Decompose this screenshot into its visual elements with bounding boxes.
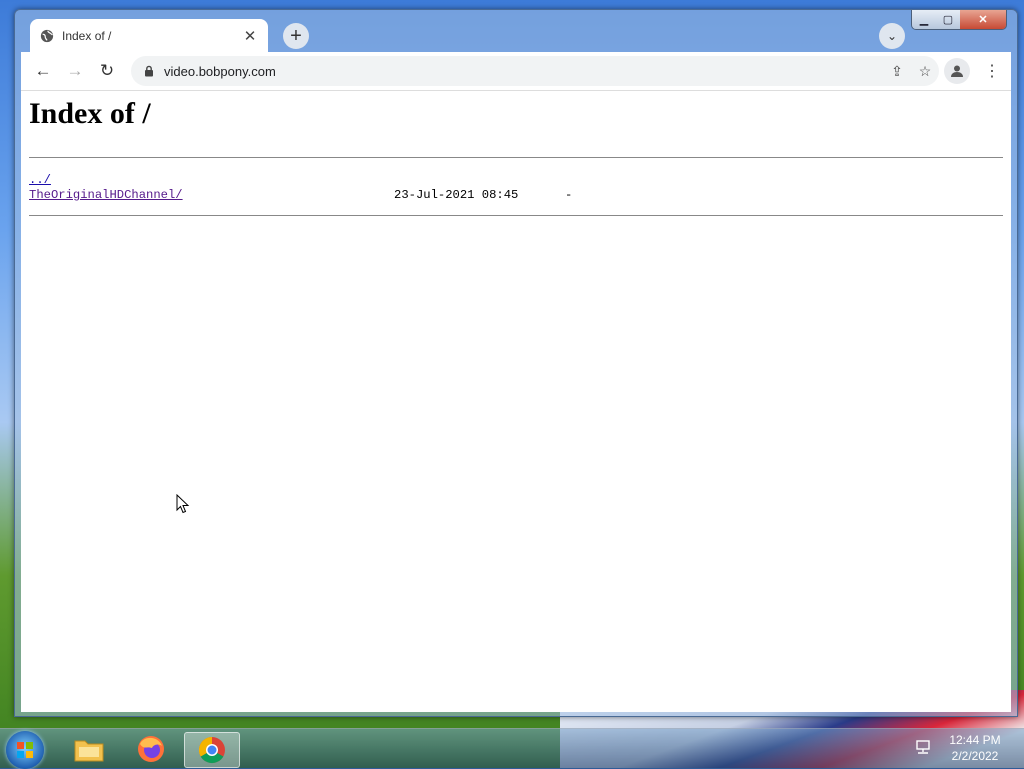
tab-strip: Index of / ✕ + ⌄ xyxy=(21,10,1011,52)
parent-directory-link[interactable]: ../ xyxy=(29,173,51,187)
entry-date: 23-Jul-2021 08:45 xyxy=(394,188,519,202)
mouse-cursor-icon xyxy=(176,494,190,514)
share-icon[interactable]: ⇪ xyxy=(883,63,911,80)
page-heading: Index of / xyxy=(29,97,151,130)
taskbar-chrome[interactable] xyxy=(184,732,240,768)
tab-index[interactable]: Index of / ✕ xyxy=(30,19,268,52)
system-clock[interactable]: 12:44 PM 2/2/2022 xyxy=(940,732,1010,764)
taskbar-firefox[interactable] xyxy=(124,732,178,766)
taskbar: 12:44 PM 2/2/2022 xyxy=(0,728,1024,769)
back-button[interactable]: ← xyxy=(27,55,59,87)
tab-close-icon[interactable]: ✕ xyxy=(242,27,258,45)
address-bar[interactable]: video.bobpony.com ⇪ ☆ xyxy=(131,56,939,86)
firefox-icon xyxy=(138,736,164,762)
reload-button[interactable]: ↻ xyxy=(91,55,123,87)
browser-toolbar: ← → ↻ video.bobpony.com ⇪ ☆ ⋮ xyxy=(21,52,1011,90)
menu-kebab-icon[interactable]: ⋮ xyxy=(979,58,1005,84)
window-controls: ▁ ▢ ✕ xyxy=(911,10,1007,30)
top-divider xyxy=(29,157,1003,158)
clock-time: 12:44 PM xyxy=(949,733,1001,747)
browser-window: Index of / ✕ + ⌄ ▁ ▢ ✕ ← → ↻ video.bobpo… xyxy=(14,9,1018,717)
taskbar-file-explorer[interactable] xyxy=(62,732,116,766)
windows-logo-icon xyxy=(17,742,33,758)
network-icon[interactable] xyxy=(914,739,932,755)
close-window-button[interactable]: ✕ xyxy=(960,10,1006,29)
tab-title: Index of / xyxy=(62,28,112,43)
url-text[interactable]: video.bobpony.com xyxy=(164,64,883,79)
new-tab-button[interactable]: + xyxy=(283,23,309,49)
bottom-divider xyxy=(29,215,1003,216)
forward-button[interactable]: → xyxy=(59,55,91,87)
directory-listing: ../ TheOriginalHDChannel/23-Jul-2021 08:… xyxy=(29,173,572,203)
minimize-button[interactable]: ▁ xyxy=(912,10,936,29)
profile-button[interactable] xyxy=(944,58,970,84)
globe-icon xyxy=(40,29,54,42)
tab-search-button[interactable]: ⌄ xyxy=(879,23,905,49)
bookmark-star-icon[interactable]: ☆ xyxy=(911,63,939,80)
file-explorer-icon xyxy=(74,740,104,762)
directory-link[interactable]: TheOriginalHDChannel/ xyxy=(29,188,183,202)
chrome-icon xyxy=(198,736,225,764)
person-icon xyxy=(951,65,963,77)
page-content: Index of / ../ TheOriginalHDChannel/23-J… xyxy=(21,90,1011,712)
entry-size: - xyxy=(565,188,573,202)
lock-icon xyxy=(145,65,153,77)
clock-date: 2/2/2022 xyxy=(951,749,999,763)
maximize-button[interactable]: ▢ xyxy=(936,10,960,29)
start-button[interactable] xyxy=(6,731,44,769)
